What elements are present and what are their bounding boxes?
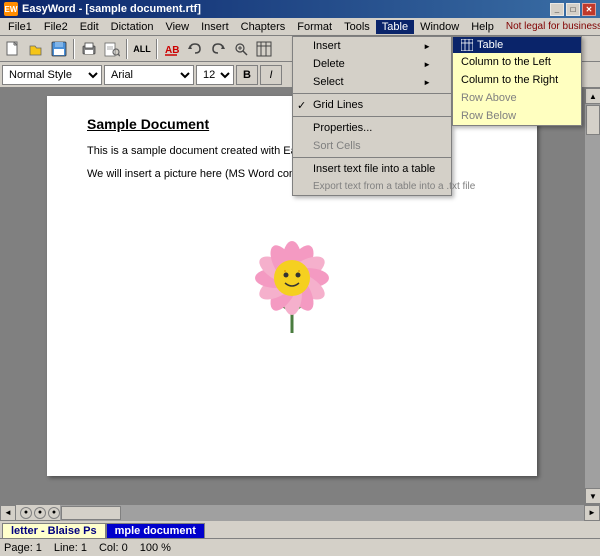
spell-button[interactable]: ABC [161, 38, 183, 60]
menu-tools[interactable]: Tools [338, 20, 376, 34]
line-info: Line: 1 [54, 542, 87, 554]
title-bar: EW EasyWord - [sample document.rtf] _ □ … [0, 0, 600, 18]
menu-help[interactable]: Help [465, 20, 500, 34]
menu-format[interactable]: Format [291, 20, 338, 34]
nav-dots: ● ● ● [20, 507, 60, 519]
scroll-down-button[interactable]: ▼ [585, 488, 600, 504]
doc-and-scroll: Sample Document This is a sample documen… [0, 88, 600, 504]
menu-view[interactable]: View [159, 20, 195, 34]
doc-scroll[interactable]: Sample Document This is a sample documen… [0, 88, 584, 504]
font-select[interactable]: Arial [104, 65, 194, 85]
menu-chapters[interactable]: Chapters [235, 20, 292, 34]
size-select[interactable]: 12 [196, 65, 234, 85]
status-info: Page: 1 Line: 1 Col: 0 100 % [4, 542, 596, 554]
menu-window[interactable]: Window [414, 20, 465, 34]
format-bar: Normal Style Arial 12 B I [0, 62, 600, 88]
all-button[interactable]: ALL [131, 38, 153, 60]
tab-document[interactable]: mple document [106, 523, 205, 538]
save-button[interactable] [48, 38, 70, 60]
scroll-right-button[interactable]: ► [584, 505, 600, 521]
doc-text1: This is a sample document created with E… [87, 144, 497, 159]
nav-dot1[interactable]: ● [20, 507, 32, 519]
scroll-thumb[interactable] [586, 105, 600, 135]
italic-button[interactable]: I [260, 65, 282, 85]
tab-letter[interactable]: letter - Blaise Ps [2, 523, 106, 538]
scroll-track [585, 104, 600, 488]
title-text: EasyWord - [sample document.rtf] [22, 3, 201, 15]
doc-page: Sample Document This is a sample documen… [47, 96, 537, 476]
h-scrollbar: ◄ ● ● ● ► [0, 504, 600, 520]
new-button[interactable] [2, 38, 24, 60]
app-icon: EW [4, 2, 18, 16]
separator3 [156, 39, 158, 59]
minimize-button[interactable]: _ [550, 3, 564, 16]
separator1 [73, 39, 75, 59]
redo-button[interactable] [207, 38, 229, 60]
menu-dictation[interactable]: Dictation [105, 20, 160, 34]
window-controls: _ □ ✕ [550, 3, 596, 16]
zoom-info: 100 % [140, 542, 171, 554]
menu-notice: Not legal for business use - Must Purcha… [500, 20, 600, 33]
menu-table[interactable]: Table [376, 20, 414, 34]
zoom-button[interactable] [230, 38, 252, 60]
toolbar: ALL ABC [0, 36, 600, 62]
tab-letter-label: letter - Blaise Ps [11, 525, 97, 537]
menu-file2[interactable]: File2 [38, 20, 74, 34]
insert-table-button[interactable] [253, 38, 275, 60]
flower-image [87, 193, 497, 353]
bottom-bar: Page: 1 Line: 1 Col: 0 100 % [0, 538, 600, 556]
bold-button[interactable]: B [236, 65, 258, 85]
h-scroll-thumb[interactable] [61, 506, 121, 520]
scroll-left-button[interactable]: ◄ [0, 505, 16, 521]
col-info: Col: 0 [99, 542, 128, 554]
main-content: Sample Document This is a sample documen… [0, 88, 600, 520]
doc-title: Sample Document [87, 116, 497, 132]
nav-dot3[interactable]: ● [48, 507, 60, 519]
status-tabs: letter - Blaise Ps mple document [0, 520, 600, 538]
preview-button[interactable] [101, 38, 123, 60]
scroll-up-button[interactable]: ▲ [585, 88, 600, 104]
style-select[interactable]: Normal Style [2, 65, 102, 85]
doc-text2: We will insert a picture here (MS Word c… [87, 167, 497, 182]
menu-edit[interactable]: Edit [74, 20, 105, 34]
maximize-button[interactable]: □ [566, 3, 580, 16]
undo-button[interactable] [184, 38, 206, 60]
menu-file1[interactable]: File1 [2, 20, 38, 34]
close-button[interactable]: ✕ [582, 3, 596, 16]
tab-document-label: mple document [115, 525, 196, 537]
page-info: Page: 1 [4, 542, 42, 554]
h-scroll-track [60, 505, 584, 521]
v-scrollbar: ▲ ▼ [584, 88, 600, 504]
menu-bar: File1 File2 Edit Dictation View Insert C… [0, 18, 600, 36]
menu-insert[interactable]: Insert [195, 20, 235, 34]
print-button[interactable] [78, 38, 100, 60]
separator2 [126, 39, 128, 59]
nav-dot2[interactable]: ● [34, 507, 46, 519]
open-button[interactable] [25, 38, 47, 60]
